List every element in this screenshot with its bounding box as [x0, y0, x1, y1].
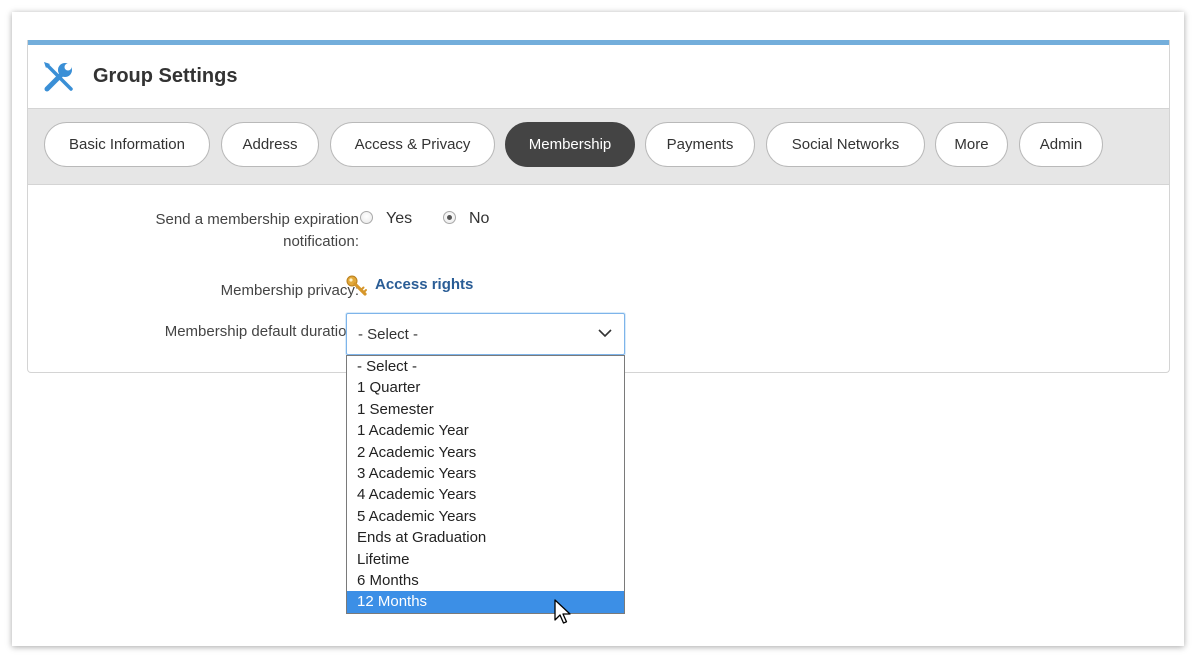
dropdown-option[interactable]: 3 Academic Years — [347, 463, 624, 484]
dropdown-option[interactable]: Ends at Graduation — [347, 527, 624, 548]
tab-payments[interactable]: Payments — [645, 122, 755, 167]
tools-icon — [44, 62, 73, 92]
dropdown-option-highlighted[interactable]: 12 Months — [347, 591, 624, 613]
panel-header: Group Settings — [28, 45, 1169, 109]
select-current-value: - Select - — [358, 326, 419, 343]
expiration-yes-radio[interactable] — [360, 211, 373, 224]
access-rights-link[interactable]: Access rights — [375, 276, 473, 293]
expiration-no-radio[interactable] — [443, 211, 456, 224]
mouse-cursor-icon — [554, 599, 571, 624]
membership-privacy-label: Membership privacy: — [220, 282, 359, 299]
duration-dropdown-list: - Select - 1 Quarter 1 Semester 1 Academ… — [346, 355, 625, 614]
expiration-yes-label: Yes — [386, 210, 413, 227]
tab-basic-information[interactable]: Basic Information — [44, 122, 210, 167]
tab-address[interactable]: Address — [221, 122, 319, 167]
page-title: Group Settings — [93, 65, 238, 87]
dropdown-option[interactable]: 5 Academic Years — [347, 506, 624, 527]
tab-access-privacy[interactable]: Access & Privacy — [330, 122, 495, 167]
tab-admin[interactable]: Admin — [1019, 122, 1103, 167]
dropdown-option[interactable]: 1 Quarter — [347, 377, 624, 398]
dropdown-option[interactable]: 6 Months — [347, 570, 624, 591]
tab-social-networks[interactable]: Social Networks — [766, 122, 925, 167]
dropdown-option[interactable]: 2 Academic Years — [347, 442, 624, 463]
chevron-down-icon — [598, 329, 612, 338]
expiration-no-label: No — [469, 210, 490, 227]
dropdown-option[interactable]: 4 Academic Years — [347, 484, 624, 505]
tab-bar: Basic Information Address Access & Priva… — [28, 109, 1169, 185]
dropdown-option[interactable]: 1 Semester — [347, 399, 624, 420]
dropdown-option[interactable]: - Select - — [347, 356, 624, 377]
expiration-notification-label: Send a membership expiration notificatio… — [155, 211, 359, 250]
key-icon — [346, 275, 367, 296]
membership-duration-select[interactable]: - Select - — [346, 313, 625, 355]
tab-membership[interactable]: Membership — [505, 122, 635, 167]
dropdown-option[interactable]: 1 Academic Year — [347, 420, 624, 441]
dropdown-option[interactable]: Lifetime — [347, 549, 624, 570]
tab-more[interactable]: More — [935, 122, 1008, 167]
membership-duration-label: Membership default duration: — [164, 323, 359, 340]
